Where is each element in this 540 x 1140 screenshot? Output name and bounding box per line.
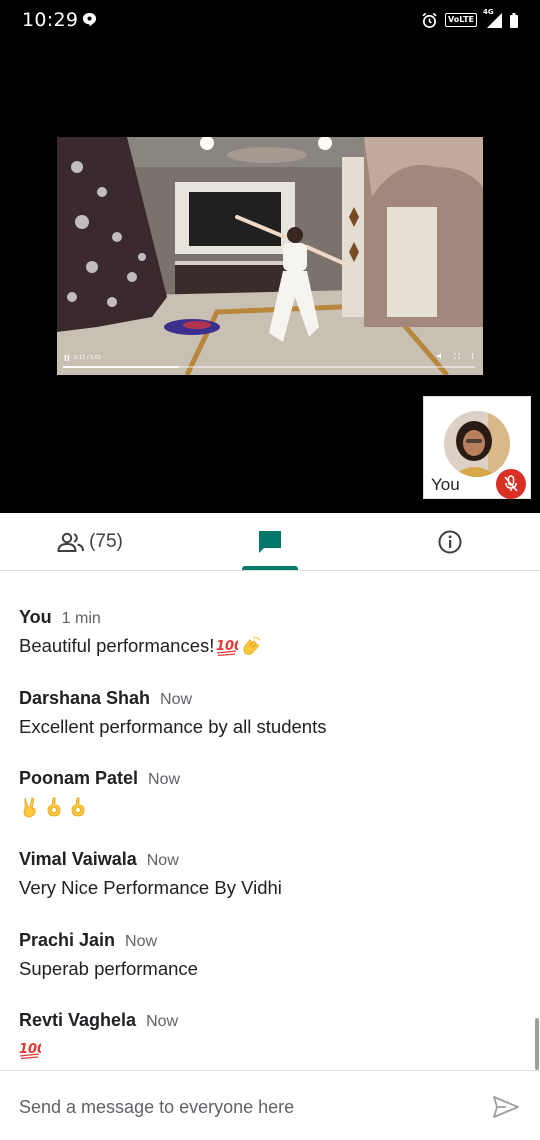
panel-tabs: (75) <box>0 513 540 571</box>
more-options-icon[interactable] <box>471 353 474 359</box>
chat-scrollbar[interactable] <box>535 1018 539 1070</box>
message-time: Now <box>146 1013 179 1030</box>
network-type-label: 4G <box>483 7 494 16</box>
people-icon <box>57 532 85 552</box>
video-progress-fill <box>63 366 179 368</box>
video-timestamp: 0:17 / 1:01 <box>74 355 102 361</box>
video-area[interactable]: 10:29 VoLTE 4G 0:17 / 1:01 You <box>0 0 540 513</box>
message-time: Now <box>146 852 179 869</box>
info-icon <box>438 530 462 553</box>
presentation-video[interactable]: 0:17 / 1:01 <box>57 137 483 375</box>
message-time: Now <box>160 691 193 708</box>
status-icons: VoLTE 4G <box>421 8 518 29</box>
mic-off-icon <box>504 475 518 492</box>
message-sender: Poonam Patel <box>19 768 139 788</box>
volume-icon[interactable] <box>437 353 443 359</box>
video-control-icons <box>437 353 474 359</box>
chat-message: Prachi Jain Now Superab performance <box>19 930 198 981</box>
send-icon[interactable] <box>492 1095 520 1119</box>
message-time: Now <box>148 771 181 788</box>
alarm-icon <box>422 12 437 28</box>
message-text: Excellent performance by all students <box>19 716 327 737</box>
hundred-points-emoji-icon: 100 <box>216 639 238 657</box>
chat-icon <box>259 530 281 553</box>
ok-hand-emoji-icon <box>47 797 61 817</box>
chat-message: Revti Vaghela Now 100 <box>19 1010 178 1061</box>
hundred-points-emoji-icon: 100 <box>19 1042 41 1060</box>
chat-message: Darshana Shah Now Excellent performance … <box>19 688 326 739</box>
active-tab-indicator <box>242 566 298 570</box>
chat-message-list[interactable]: You 1 min Beautiful performances! 100 Da… <box>0 571 540 1071</box>
pause-icon[interactable] <box>64 355 70 361</box>
avatar <box>444 411 510 477</box>
message-sender: Vimal Vaiwala <box>19 849 137 869</box>
chat-message: You 1 min Beautiful performances! 100 <box>19 607 262 658</box>
volte-badge: VoLTE <box>445 13 477 27</box>
tab-chat[interactable] <box>180 513 360 570</box>
victory-hand-emoji-icon <box>23 797 36 818</box>
message-input[interactable] <box>19 1095 469 1119</box>
people-count: (75) <box>89 530 123 552</box>
message-time: 1 min <box>61 610 101 627</box>
signal-icon: 4G <box>483 8 503 29</box>
video-controls: 0:17 / 1:01 <box>57 349 483 375</box>
message-sender: Prachi Jain <box>19 930 116 950</box>
tab-people[interactable]: (75) <box>0 513 180 570</box>
chat-message: Poonam Patel Now <box>19 768 180 819</box>
message-text: Superab performance <box>19 958 198 979</box>
status-bar: 10:29 VoLTE 4G <box>0 0 540 42</box>
message-composer <box>0 1070 540 1140</box>
mic-off-indicator <box>496 469 526 499</box>
video-progress-bar[interactable] <box>63 366 475 368</box>
message-sender: Revti Vaghela <box>19 1010 137 1030</box>
clapping-hands-emoji-icon <box>243 636 261 655</box>
message-sender: You <box>19 607 52 627</box>
message-text: Beautiful performances! <box>19 635 215 656</box>
self-video-tile[interactable]: You <box>423 396 531 499</box>
battery-icon <box>510 12 518 28</box>
tab-info[interactable] <box>360 513 540 570</box>
self-tile-label: You <box>431 475 460 494</box>
message-notification-icon <box>82 12 97 27</box>
message-time: Now <box>125 933 158 950</box>
ok-hand-emoji-icon <box>71 797 85 817</box>
message-sender: Darshana Shah <box>19 688 151 708</box>
dance-performance-frame <box>57 137 483 375</box>
fullscreen-icon[interactable] <box>454 353 460 359</box>
chat-message: Vimal Vaiwala Now Very Nice Performance … <box>19 849 282 900</box>
message-text: Very Nice Performance By Vidhi <box>19 877 282 898</box>
status-time: 10:29 <box>22 9 79 31</box>
